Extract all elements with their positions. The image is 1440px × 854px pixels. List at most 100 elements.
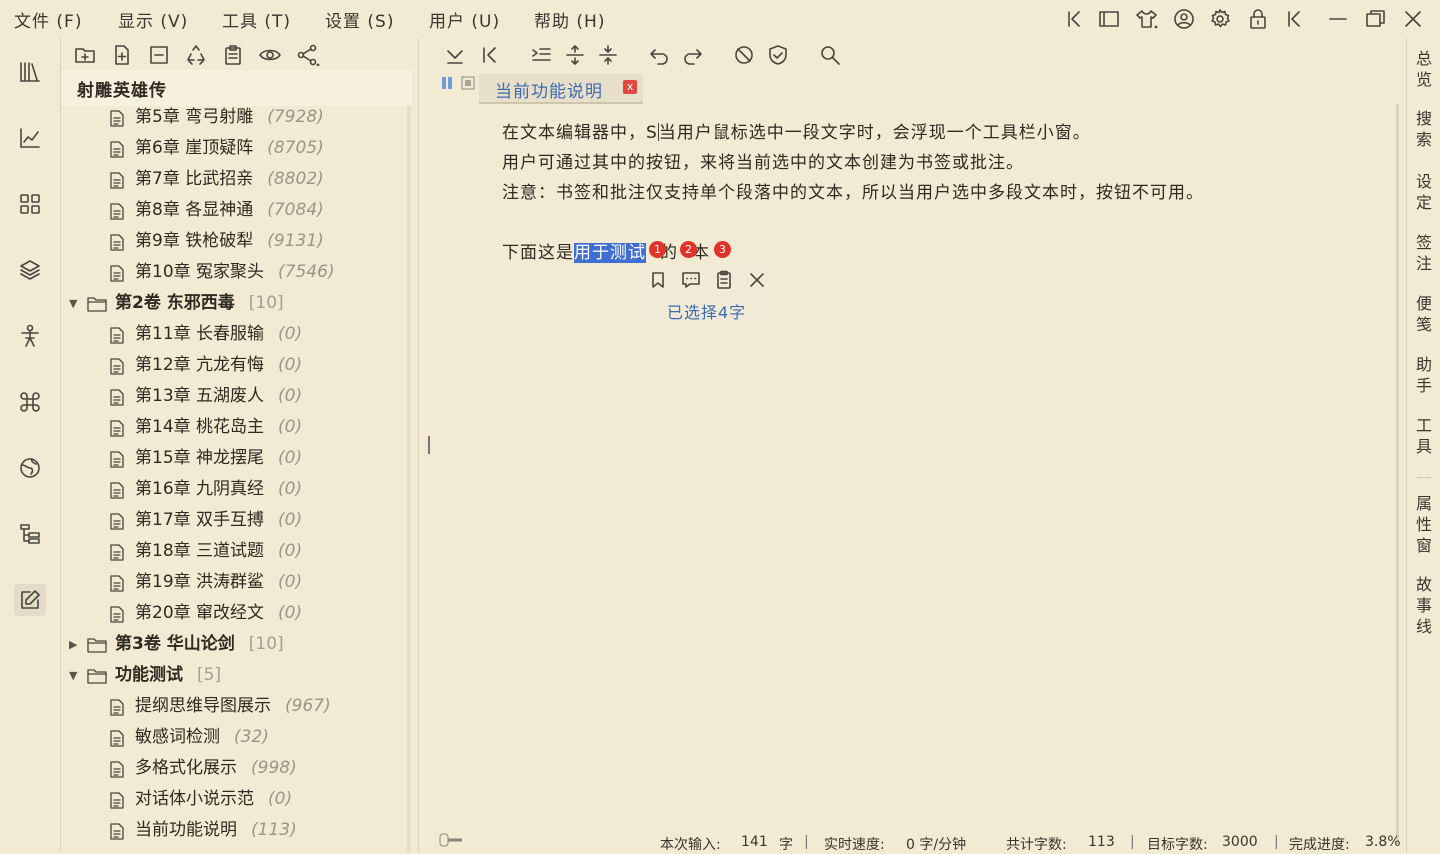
word-count: (0) <box>278 572 303 592</box>
disable-check-icon[interactable] <box>733 44 755 66</box>
volume-label: 功能测试 [5] <box>115 665 222 685</box>
world-globe-icon[interactable] <box>14 452 46 484</box>
collapse-left-icon[interactable] <box>1062 8 1086 30</box>
chapter-tree-panel: 射雕英雄传 第5章 弯弓射雕 (7928) 第6章 崖顶疑阵 (8705) 第7章 比武… <box>61 38 412 852</box>
paragraph-2[interactable]: 用户可通过其中的按钮，来将当前选中的文本创建为书签或批注。 <box>502 148 1024 173</box>
chapter-label: 第18章 三道试题 (0) <box>135 541 303 561</box>
character-figure-icon[interactable] <box>14 320 46 352</box>
paragraph-1[interactable]: 在文本编辑器中，S当用户鼠标选中一段文字时，会浮现一个工具栏小窗。 <box>502 118 1091 143</box>
word-count: (7928) <box>267 107 324 127</box>
target-words-value: 3000 <box>1222 834 1258 850</box>
menu-view[interactable]: 显示 (V) <box>118 7 188 32</box>
command-key-icon[interactable] <box>14 386 46 418</box>
undo-icon[interactable] <box>648 44 670 66</box>
comment-icon[interactable] <box>681 270 701 290</box>
outline-tree-icon[interactable] <box>14 518 46 550</box>
split-view-icon[interactable] <box>441 76 477 90</box>
tab-current-doc[interactable]: 当前功能说明 x <box>479 74 643 104</box>
rightbar-storyline[interactable]: 故事线 <box>1415 574 1433 637</box>
paragraph-3[interactable]: 注意：书签和批注仅支持单个段落中的文本，所以当用户选中多段文本时，按钮不可用。 <box>502 178 1204 203</box>
clipboard-icon[interactable] <box>222 44 244 66</box>
collapse-left-icon[interactable] <box>479 44 501 66</box>
preview-eye-icon[interactable] <box>259 44 281 66</box>
recycle-icon[interactable] <box>185 44 207 66</box>
collapse-panel-icon[interactable] <box>1283 8 1307 30</box>
shield-check-icon[interactable] <box>767 44 789 66</box>
marker-badge-1[interactable]: 1 <box>649 241 666 258</box>
menu-help[interactable]: 帮助 (H) <box>534 7 605 32</box>
settings-gear-icon[interactable] <box>1208 8 1232 30</box>
tab-strip: 当前功能说明 x <box>419 72 1406 104</box>
mindmap-share-icon[interactable] <box>296 44 320 66</box>
marker-badge-3[interactable]: 3 <box>714 241 731 258</box>
menu-tools[interactable]: 工具 (T) <box>222 7 291 32</box>
redo-icon[interactable] <box>682 44 704 66</box>
menu-user[interactable]: 用户 (U) <box>429 7 500 32</box>
progress-label: 完成进度: <box>1289 837 1350 853</box>
theme-shirt-icon[interactable] <box>1134 8 1158 30</box>
rightbar-search[interactable]: 搜索 <box>1415 108 1433 150</box>
rightbar-tools[interactable]: 工具 <box>1415 415 1433 457</box>
fullscreen-icon[interactable] <box>1097 8 1121 30</box>
tree-scrollbar[interactable] <box>407 106 411 852</box>
document-icon <box>109 575 125 592</box>
rightbar-properties[interactable]: 属性窗 <box>1415 493 1433 556</box>
menu-settings[interactable]: 设置 (S) <box>325 7 394 32</box>
document-icon <box>109 823 125 840</box>
account-icon[interactable] <box>1172 8 1196 30</box>
minimize-icon[interactable] <box>1326 8 1350 30</box>
word-count: (0) <box>278 510 303 530</box>
rightbar-assistant[interactable]: 助手 <box>1415 354 1433 396</box>
new-document-icon[interactable] <box>111 44 133 66</box>
rightbar-divider <box>1417 477 1431 478</box>
rightbar-overview[interactable]: 总览 <box>1415 48 1433 90</box>
restore-icon[interactable] <box>1363 8 1387 30</box>
note-clipboard-icon[interactable] <box>714 270 734 290</box>
editor-write-icon[interactable] <box>14 584 46 616</box>
speed-label: 实时速度: <box>824 837 885 853</box>
delete-item-icon[interactable] <box>148 44 170 66</box>
grid-apps-icon[interactable] <box>14 188 46 220</box>
caret-down-icon[interactable]: ▼ <box>69 288 77 319</box>
word-count: (998) <box>251 758 297 778</box>
bookmark-icon[interactable] <box>648 270 668 290</box>
caret-down-icon[interactable]: ▼ <box>69 660 77 691</box>
close-window-icon[interactable] <box>1401 8 1425 30</box>
document-icon <box>109 482 125 499</box>
menu-file[interactable]: 文件 (F) <box>14 7 82 32</box>
book-title[interactable]: 射雕英雄传 <box>77 76 167 101</box>
expand-spacing-icon[interactable] <box>564 44 586 66</box>
compress-spacing-icon[interactable] <box>597 44 619 66</box>
statistics-chart-icon[interactable] <box>14 122 46 154</box>
lock-icon[interactable] <box>1246 8 1270 30</box>
marker-badge-2[interactable]: 2 <box>680 241 697 258</box>
chapter-label: 第6章 崖顶疑阵 (8705) <box>135 138 324 158</box>
editor-toolbar <box>419 38 1406 72</box>
chapter-label: 第14章 桃花岛主 (0) <box>135 417 303 437</box>
chapter-label: 第16章 九阴真经 (0) <box>135 479 303 499</box>
layers-icon[interactable] <box>14 254 46 286</box>
rightbar-notes[interactable]: 便笺 <box>1415 293 1433 335</box>
rightbar-annotations[interactable]: 签注 <box>1415 232 1433 274</box>
document-icon <box>109 358 125 375</box>
paragraph-4[interactable]: 下面这是用于测试的本 <box>502 238 710 263</box>
selected-count-label: 已选择4字 <box>667 303 747 322</box>
chapter-count: [10] <box>248 634 284 654</box>
document-icon <box>109 451 125 468</box>
editor-caret <box>428 436 430 454</box>
new-folder-icon[interactable] <box>74 44 96 66</box>
word-count: (0) <box>278 448 303 468</box>
indent-icon[interactable] <box>530 44 552 66</box>
document-icon <box>109 420 125 437</box>
close-icon[interactable] <box>747 270 767 290</box>
search-icon[interactable] <box>819 44 841 66</box>
status-divider: | <box>804 834 809 850</box>
tab-close-icon[interactable]: x <box>623 80 637 94</box>
expand-down-icon[interactable] <box>444 44 466 66</box>
editor-scrollbar[interactable] <box>1396 104 1399 844</box>
input-count-unit: 字 <box>779 837 793 853</box>
zoom-slider[interactable] <box>439 832 463 848</box>
caret-right-icon[interactable]: ▶ <box>69 629 77 660</box>
rightbar-settings[interactable]: 设定 <box>1415 171 1433 213</box>
library-icon[interactable] <box>14 56 46 88</box>
